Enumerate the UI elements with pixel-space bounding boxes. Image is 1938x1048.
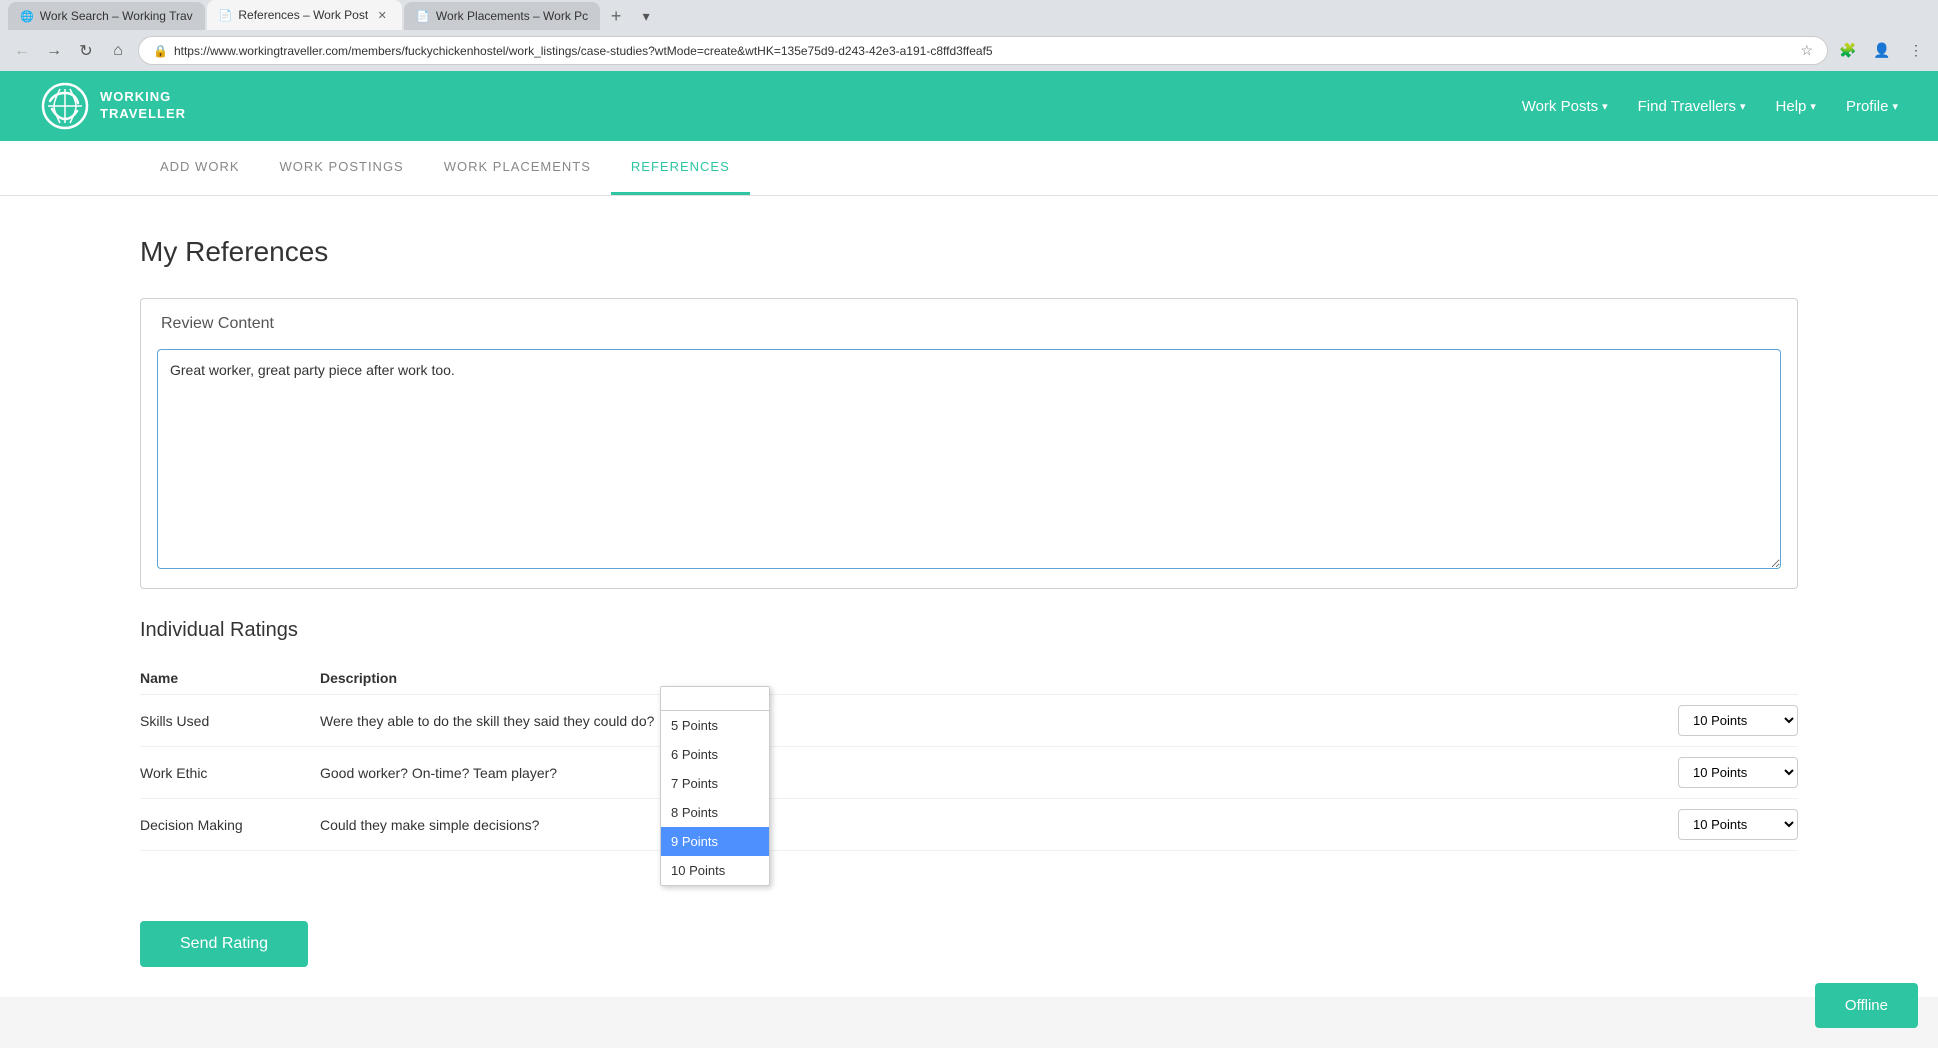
nav-buttons: ← → ↻ ⌂ [8, 37, 132, 65]
find-travellers-chevron-icon: ▾ [1740, 100, 1746, 113]
page-content: My References Review Content Great worke… [0, 196, 1938, 891]
tab-title-2: References – Work Post [238, 8, 368, 22]
subnav-work-placements[interactable]: WORK PLACEMENTS [424, 141, 611, 195]
table-row: Work Ethic Good worker? On-time? Team pl… [140, 747, 1798, 799]
nav-profile[interactable]: Profile ▾ [1846, 98, 1898, 115]
rating-dropdown[interactable]: 5 Points 6 Points 7 Points 8 Points 9 Po… [660, 686, 770, 886]
nav-find-travellers[interactable]: Find Travellers ▾ [1638, 98, 1746, 115]
tab-title-3: Work Placements – Work Pc [436, 9, 588, 23]
new-tab-button[interactable]: + [602, 2, 630, 30]
site-header: WORKING TRAVELLER Work Posts ▾ Find Trav… [0, 71, 1938, 141]
col-header-description: Description [320, 662, 1638, 695]
logo-text: WORKING TRAVELLER [100, 89, 186, 123]
dropdown-item-9points[interactable]: 9 Points [661, 827, 769, 856]
row-decision-name: Decision Making [140, 799, 320, 851]
reload-button[interactable]: ↻ [72, 37, 100, 65]
row-skills-description: Were they able to do the skill they said… [320, 695, 1638, 747]
site-wrapper: WORKING TRAVELLER Work Posts ▾ Find Trav… [0, 71, 1938, 997]
browser-chrome: 🌐 Work Search – Working Trav 📄 Reference… [0, 0, 1938, 71]
dropdown-search-input[interactable] [661, 687, 769, 711]
tab-favicon-2: 📄 [219, 9, 233, 22]
row-work-ethic-name: Work Ethic [140, 747, 320, 799]
ratings-title: Individual Ratings [140, 619, 1798, 642]
table-row: Decision Making Could they make simple d… [140, 799, 1798, 851]
row-work-ethic-description: Good worker? On-time? Team player? [320, 747, 1638, 799]
logo: WORKING TRAVELLER [40, 81, 186, 131]
profile-button[interactable]: 👤 [1868, 37, 1896, 65]
review-textarea[interactable]: Great worker, great party piece after wo… [157, 349, 1781, 569]
row-decision-description: Could they make simple decisions? [320, 799, 1638, 851]
tab-references[interactable]: 📄 References – Work Post ✕ [207, 0, 403, 30]
sub-nav: ADD WORK WORK POSTINGS WORK PLACEMENTS R… [0, 141, 1938, 196]
work-posts-chevron-icon: ▾ [1602, 100, 1608, 113]
tab-work-placements[interactable]: 📄 Work Placements – Work Pc [404, 2, 600, 30]
tab-list-button[interactable]: ▾ [632, 2, 660, 30]
menu-button[interactable]: ⋮ [1902, 37, 1930, 65]
dropdown-item-10points[interactable]: 10 Points [661, 856, 769, 885]
col-header-name: Name [140, 662, 320, 695]
tab-work-search[interactable]: 🌐 Work Search – Working Trav [8, 2, 205, 30]
nav-work-posts[interactable]: Work Posts ▾ [1522, 98, 1608, 115]
row-skills-rating: 10 Points [1638, 695, 1798, 747]
dropdown-list: 5 Points 6 Points 7 Points 8 Points 9 Po… [661, 711, 769, 885]
lock-icon: 🔒 [153, 44, 168, 58]
browser-actions: 🧩 👤 ⋮ [1834, 37, 1930, 65]
skills-rating-select[interactable]: 10 Points [1678, 705, 1798, 736]
nav-help[interactable]: Help ▾ [1776, 98, 1816, 115]
dropdown-item-8points[interactable]: 8 Points [661, 798, 769, 827]
row-work-ethic-rating: 10 Points [1638, 747, 1798, 799]
tab-title: Work Search – Working Trav [40, 9, 193, 23]
review-content-card: Review Content Great worker, great party… [140, 298, 1798, 589]
send-rating-button[interactable]: Send Rating [140, 921, 308, 967]
row-decision-rating: 10 Points [1638, 799, 1798, 851]
table-row: Skills Used Were they able to do the ski… [140, 695, 1798, 747]
page-title: My References [140, 236, 1798, 268]
offline-badge: Offline [1815, 983, 1918, 1028]
subnav-references[interactable]: REFERENCES [611, 141, 750, 195]
review-content-heading: Review Content [141, 299, 1797, 349]
extensions-button[interactable]: 🧩 [1834, 37, 1862, 65]
logo-icon [40, 81, 90, 131]
back-button[interactable]: ← [8, 37, 36, 65]
dropdown-item-7points[interactable]: 7 Points [661, 769, 769, 798]
forward-button[interactable]: → [40, 37, 68, 65]
tab-close-button[interactable]: ✕ [374, 7, 390, 23]
tab-favicon-3: 📄 [416, 10, 430, 23]
dropdown-item-5points[interactable]: 5 Points [661, 711, 769, 740]
address-bar[interactable]: 🔒 https://www.workingtraveller.com/membe… [138, 36, 1828, 65]
subnav-work-postings[interactable]: WORK POSTINGS [260, 141, 424, 195]
review-card-body: Great worker, great party piece after wo… [141, 349, 1797, 588]
browser-tabs: 🌐 Work Search – Working Trav 📄 Reference… [0, 0, 1938, 30]
subnav-add-work[interactable]: ADD WORK [140, 141, 260, 195]
work-ethic-rating-select[interactable]: 10 Points [1678, 757, 1798, 788]
bookmark-icon[interactable]: ☆ [1800, 42, 1813, 59]
ratings-table: Name Description Skills Used Were they a… [140, 662, 1798, 851]
ratings-section: Individual Ratings Name Description Skil… [140, 619, 1798, 851]
profile-chevron-icon: ▾ [1892, 100, 1898, 113]
browser-toolbar: ← → ↻ ⌂ 🔒 https://www.workingtraveller.c… [0, 30, 1938, 71]
dropdown-item-6points[interactable]: 6 Points [661, 740, 769, 769]
home-button[interactable]: ⌂ [104, 37, 132, 65]
tab-favicon: 🌐 [20, 10, 34, 23]
row-skills-name: Skills Used [140, 695, 320, 747]
col-header-rating [1638, 662, 1798, 695]
decision-rating-select[interactable]: 10 Points [1678, 809, 1798, 840]
url-text: https://www.workingtraveller.com/members… [174, 44, 1794, 58]
site-nav: Work Posts ▾ Find Travellers ▾ Help ▾ Pr… [1522, 98, 1898, 115]
help-chevron-icon: ▾ [1810, 100, 1816, 113]
